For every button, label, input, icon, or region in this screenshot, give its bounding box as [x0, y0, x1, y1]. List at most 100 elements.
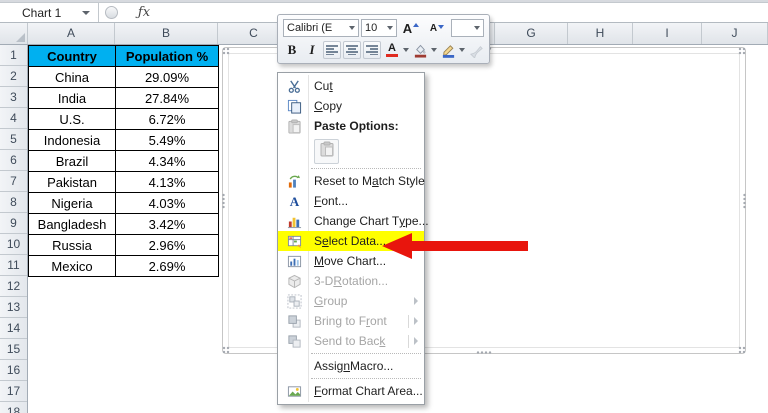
- align-left-icon: [326, 45, 338, 55]
- font-color-dropdown-icon[interactable]: [403, 48, 409, 52]
- row-header-10[interactable]: 10: [0, 234, 27, 255]
- row-header-8[interactable]: 8: [0, 192, 27, 213]
- row-header-16[interactable]: 16: [0, 360, 27, 381]
- resize-handle-right[interactable]: [743, 192, 746, 209]
- column-header-h[interactable]: H: [568, 23, 633, 44]
- submenu-arrow-icon: [414, 337, 418, 345]
- table-cell[interactable]: 2.96%: [115, 234, 219, 256]
- row-header-3[interactable]: 3: [0, 87, 27, 108]
- row-header-15[interactable]: 15: [0, 339, 27, 360]
- table-cell[interactable]: 27.84%: [115, 87, 219, 109]
- align-right-button[interactable]: [363, 41, 381, 59]
- column-header-j[interactable]: J: [702, 23, 768, 44]
- row-header-2[interactable]: 2: [0, 66, 27, 87]
- menu-item-copy[interactable]: Copy: [278, 96, 424, 116]
- row-header-5[interactable]: 5: [0, 129, 27, 150]
- row-header-9[interactable]: 9: [0, 213, 27, 234]
- table-row: Indonesia 5.49%: [28, 129, 219, 151]
- table-cell[interactable]: 3.42%: [115, 213, 219, 235]
- resize-handle-bottom-left[interactable]: [222, 346, 230, 354]
- column-header-g[interactable]: G: [495, 23, 568, 44]
- table-cell[interactable]: 4.13%: [115, 171, 219, 193]
- menu-item-cut[interactable]: Cu t: [278, 76, 424, 96]
- table-cell[interactable]: 4.34%: [115, 150, 219, 172]
- row-header-14[interactable]: 14: [0, 318, 27, 339]
- resize-handle-bottom[interactable]: [476, 351, 492, 354]
- menu-item-format-chart-area[interactable]: Format Chart Area...: [278, 381, 424, 401]
- column-header-a[interactable]: A: [28, 23, 115, 44]
- table-cell[interactable]: Russia: [28, 234, 116, 256]
- borders-dropdown-icon[interactable]: [459, 48, 465, 52]
- resize-handle-top-right[interactable]: [738, 47, 746, 55]
- column-header-i[interactable]: I: [633, 23, 702, 44]
- table-cell[interactable]: 2.69%: [115, 255, 219, 277]
- italic-button[interactable]: I: [303, 41, 321, 59]
- row-header-17[interactable]: 17: [0, 381, 27, 402]
- style-gallery-select[interactable]: [451, 19, 484, 37]
- row-header-6[interactable]: 6: [0, 150, 27, 171]
- border-pen-icon: [442, 44, 454, 58]
- mini-toolbar-row-2: B I A: [283, 40, 484, 60]
- menu-item-3d-rotation: 3-D Rotation...: [278, 271, 424, 291]
- table-cell[interactable]: China: [28, 66, 116, 88]
- select-all-corner[interactable]: [0, 23, 28, 44]
- resize-handle-bottom-right[interactable]: [738, 346, 746, 354]
- table-header-population[interactable]: Population %: [115, 45, 219, 67]
- formula-bar-circle-button[interactable]: [105, 6, 118, 19]
- align-left-button[interactable]: [323, 41, 341, 59]
- table-cell[interactable]: U.S.: [28, 108, 116, 130]
- table-cell[interactable]: 5.49%: [115, 129, 219, 151]
- format-painter-button[interactable]: [467, 41, 485, 59]
- excel-window: Chart 1 ƒx ABCDEFGHIJ 123456789101112131…: [0, 0, 768, 413]
- fill-color-button[interactable]: [411, 41, 429, 59]
- shrink-font-button[interactable]: A: [425, 19, 449, 37]
- table-cell[interactable]: 4.03%: [115, 192, 219, 214]
- row-header-7[interactable]: 7: [0, 171, 27, 192]
- table-cell[interactable]: Pakistan: [28, 171, 116, 193]
- row-header-11[interactable]: 11: [0, 255, 27, 276]
- table-cell[interactable]: Mexico: [28, 255, 116, 277]
- fill-color-dropdown-icon[interactable]: [431, 48, 437, 52]
- menu-item-font[interactable]: A Font...: [278, 191, 424, 211]
- resize-handle-top-left[interactable]: [222, 47, 230, 55]
- row-header-12[interactable]: 12: [0, 276, 27, 297]
- chevron-down-icon: [349, 26, 355, 30]
- menu-item-label: Paste Options:: [314, 119, 399, 133]
- menu-item-reset-to-match-style[interactable]: Reset to Ma tch Style: [278, 171, 425, 191]
- table-cell[interactable]: India: [28, 87, 116, 109]
- borders-button[interactable]: [439, 41, 457, 59]
- menu-item-change-chart-type[interactable]: Change Chart Ty pe...: [278, 211, 429, 231]
- table-cell[interactable]: Brazil: [28, 150, 116, 172]
- name-box[interactable]: Chart 1: [0, 3, 99, 22]
- select-data-icon: [282, 234, 306, 249]
- format-area-icon: [282, 384, 306, 399]
- red-arrow-annotation: [382, 233, 528, 259]
- table-cell[interactable]: 6.72%: [115, 108, 219, 130]
- submenu-split-line: [408, 334, 409, 348]
- grow-font-button[interactable]: A: [399, 19, 423, 37]
- row-header-4[interactable]: 4: [0, 108, 27, 129]
- table-header-country[interactable]: Country: [28, 45, 116, 67]
- font-size-select[interactable]: 10: [361, 19, 397, 37]
- row-header-18[interactable]: 18: [0, 402, 27, 413]
- table-cell[interactable]: Bangladesh: [28, 213, 116, 235]
- font-size-value: 10: [365, 22, 378, 34]
- row-header-13[interactable]: 13: [0, 297, 27, 318]
- font-name-select[interactable]: Calibri (E: [283, 19, 359, 37]
- table-row: India 27.84%: [28, 87, 219, 109]
- table-cell[interactable]: Nigeria: [28, 192, 116, 214]
- resize-handle-left[interactable]: [222, 192, 225, 209]
- align-center-button[interactable]: [343, 41, 361, 59]
- menu-item-label: 3-D Rotation...: [314, 274, 389, 288]
- shrink-font-icon: A: [429, 22, 438, 34]
- table-cell[interactable]: 29.09%: [115, 66, 219, 88]
- align-right-icon: [366, 45, 378, 55]
- table-cell[interactable]: Indonesia: [28, 129, 116, 151]
- column-header-b[interactable]: B: [115, 23, 218, 44]
- bold-button[interactable]: B: [283, 41, 301, 59]
- insert-function-button[interactable]: ƒx: [133, 3, 155, 22]
- name-box-dropdown-icon[interactable]: [82, 11, 90, 15]
- menu-item-assign-macro[interactable]: Assig n Macro...: [278, 356, 424, 376]
- row-header-1[interactable]: 1: [0, 45, 27, 66]
- font-color-button[interactable]: A: [383, 41, 401, 59]
